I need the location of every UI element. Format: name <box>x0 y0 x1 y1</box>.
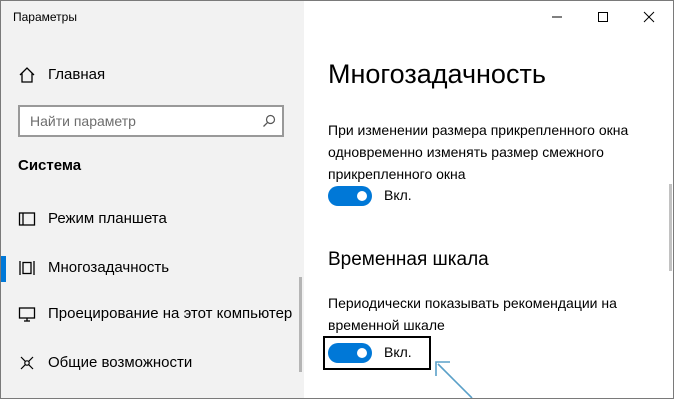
toggle-knob <box>357 191 367 201</box>
window-title: Параметры <box>13 10 77 24</box>
sidebar-item-label: Проецирование на этот компьютер <box>48 305 293 322</box>
home-icon <box>19 67 35 83</box>
selection-indicator <box>1 256 6 282</box>
timeline-toggle[interactable] <box>328 343 372 363</box>
sidebar-scrollbar[interactable] <box>299 277 302 372</box>
snap-description: При изменении размера прикрепленного окн… <box>328 122 629 182</box>
sidebar-item-label: Общие возможности <box>48 354 193 371</box>
page-title: Многозадачность <box>328 59 546 89</box>
minimize-button[interactable] <box>534 1 580 33</box>
snap-toggle-label: Вкл. <box>384 187 412 203</box>
sidebar-item-multitasking[interactable]: Многозадачность <box>1 248 301 288</box>
sidebar-item-home[interactable]: Главная <box>1 57 301 91</box>
snap-toggle[interactable] <box>328 186 372 206</box>
main-scrollbar[interactable] <box>669 184 672 271</box>
maximize-icon <box>598 12 608 22</box>
sidebar-section-title: Система <box>18 157 82 174</box>
search-icon[interactable] <box>262 114 276 128</box>
timeline-toggle-label: Вкл. <box>384 344 412 360</box>
close-icon <box>643 11 655 23</box>
sidebar-item-label: Режим планшета <box>48 210 167 227</box>
search-placeholder: Найти параметр <box>30 113 136 129</box>
settings-window: Параметры Главная Найти параметр Система… <box>0 0 674 399</box>
timeline-description: Периодически показывать рекомендации на … <box>328 295 617 333</box>
annotation-arrow-icon <box>435 361 473 398</box>
shared-experiences-icon <box>20 356 34 370</box>
timeline-section-title: Временная шкала <box>328 249 489 270</box>
tablet-mode-icon <box>18 212 36 226</box>
maximize-button[interactable] <box>580 1 626 33</box>
search-input[interactable]: Найти параметр <box>18 105 284 137</box>
sidebar: Параметры Главная Найти параметр Система… <box>1 1 304 398</box>
sidebar-item-shared-experiences[interactable]: Общие возможности <box>1 343 301 383</box>
toggle-knob <box>357 348 367 358</box>
minimize-icon <box>552 16 562 18</box>
close-button[interactable] <box>626 1 672 33</box>
sidebar-item-label: Многозадачность <box>48 259 170 276</box>
multitasking-icon <box>19 261 35 275</box>
sidebar-item-projecting[interactable]: Проецирование на этот компьютер <box>1 294 301 334</box>
sidebar-item-tablet-mode[interactable]: Режим планшета <box>1 199 301 239</box>
sidebar-item-label: Главная <box>48 65 106 83</box>
projecting-icon <box>18 307 36 322</box>
main-content: Многозадачность При изменении размера пр… <box>304 1 673 398</box>
